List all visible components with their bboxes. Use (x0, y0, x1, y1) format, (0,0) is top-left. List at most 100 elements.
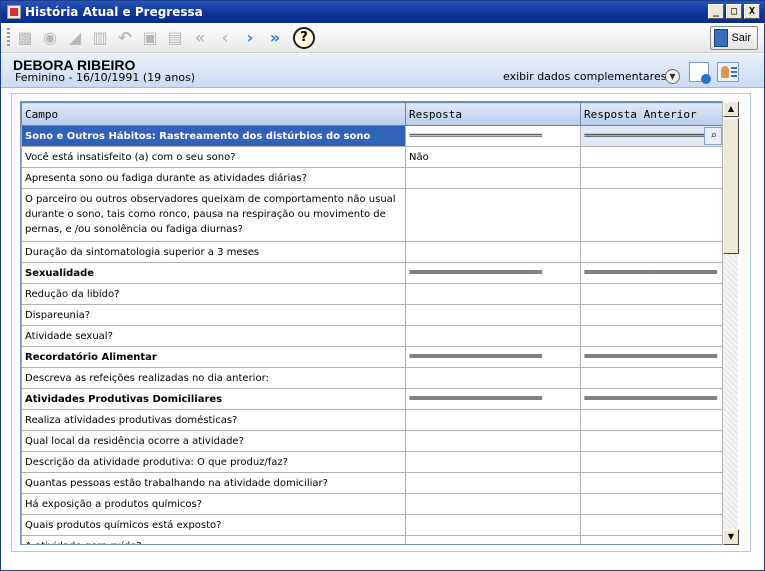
table-row[interactable]: Duração da sintomatologia superior a 3 m… (21, 241, 722, 263)
cell-campo: O parceiro ou outros observadores queixa… (21, 188, 406, 242)
table-row[interactable]: Redução da libido? (21, 283, 722, 305)
table-row[interactable]: Há exposição a produtos químicos? (21, 493, 722, 515)
scroll-down-button[interactable]: ▼ (723, 529, 739, 545)
cell-resposta-anterior-text: ============================== (584, 268, 718, 278)
cell-campo: Descreva as refeições realizadas no dia … (21, 367, 406, 389)
cell-resposta[interactable] (405, 514, 581, 536)
cell-resposta[interactable] (405, 325, 581, 347)
cell-resposta-anterior (580, 514, 722, 536)
cell-resposta[interactable] (405, 188, 581, 242)
table-row[interactable]: Descreva as refeições realizadas no dia … (21, 367, 722, 389)
exit-button[interactable]: Sair (710, 26, 758, 50)
patient-card-icon[interactable] (717, 62, 739, 82)
extra-data-link[interactable]: exibir dados complementares... (503, 70, 677, 83)
next-icon[interactable]: › (239, 27, 261, 49)
cell-resposta[interactable] (405, 472, 581, 494)
cell-resposta[interactable] (405, 430, 581, 452)
minimize-button[interactable]: _ (708, 4, 724, 19)
patient-record-icon[interactable] (689, 62, 711, 84)
last-icon[interactable]: » (264, 27, 286, 49)
table-row[interactable]: Apresenta sono ou fadiga durante as ativ… (21, 167, 722, 189)
app-icon (7, 5, 21, 19)
cell-resposta[interactable] (405, 367, 581, 389)
eraser-icon[interactable]: ◢ (64, 27, 86, 49)
table-row[interactable]: A atividade gera ruído? (21, 535, 722, 544)
cell-campo: Quantas pessoas estão trabalhando na ati… (21, 472, 406, 494)
prev-icon[interactable]: ‹ (214, 27, 236, 49)
app-window: História Atual e Pregressa _ □ X ▩ ◉ ◢ ▥… (0, 0, 765, 571)
cell-campo: Atividades Produtivas Domiciliares (21, 388, 406, 410)
save-icon[interactable]: ▣ (139, 27, 161, 49)
column-header-campo[interactable]: Campo (21, 102, 406, 126)
toolbar-grip (7, 27, 10, 48)
scroll-up-button[interactable]: ▲ (723, 101, 739, 117)
cell-resposta-anterior (580, 430, 722, 452)
cell-resposta[interactable]: ============================== (405, 262, 581, 284)
door-icon (714, 29, 728, 47)
cell-campo: Realiza atividades produtivas domésticas… (21, 409, 406, 431)
cell-resposta[interactable] (405, 304, 581, 326)
print-icon[interactable]: ▤ (164, 27, 186, 49)
column-header-resposta-anterior[interactable]: Resposta Anterior (580, 102, 722, 126)
table-row[interactable]: Atividade sexual? (21, 325, 722, 347)
cell-resposta[interactable] (405, 493, 581, 515)
cell-resposta[interactable] (405, 283, 581, 305)
cell-resposta[interactable] (405, 535, 581, 544)
table-row[interactable]: Qual local da residência ocorre a ativid… (21, 430, 722, 452)
cell-resposta-anterior (580, 409, 722, 431)
cell-resposta[interactable] (405, 451, 581, 473)
cell-campo: Redução da libido? (21, 283, 406, 305)
scroll-thumb[interactable] (723, 118, 739, 254)
cell-campo: Há exposição a produtos químicos? (21, 493, 406, 515)
table-row[interactable]: Recordatório Alimentar ==================… (21, 346, 722, 368)
cell-resposta[interactable] (405, 409, 581, 431)
undo-icon[interactable]: ↶ (114, 27, 136, 49)
questionnaire-grid: Campo Resposta Resposta Anterior Sono e … (20, 101, 723, 545)
cell-resposta[interactable] (405, 167, 581, 189)
cell-resposta-anterior (580, 188, 722, 242)
cell-resposta-anterior (580, 493, 722, 515)
cell-resposta[interactable]: ============================== (405, 346, 581, 368)
first-icon[interactable]: « (189, 27, 211, 49)
cell-resposta-anterior (580, 241, 722, 263)
cell-resposta[interactable]: ============================== (405, 388, 581, 410)
magnifier-icon[interactable]: ⌕ (704, 127, 722, 145)
cell-resposta-anterior (580, 535, 722, 544)
vertical-scrollbar[interactable]: ▲ ▼ (722, 101, 739, 545)
cell-resposta-anterior (580, 325, 722, 347)
binoculars-icon[interactable]: ◉ (39, 27, 61, 49)
cell-resposta-anterior: ============================== (580, 346, 722, 368)
maximize-button[interactable]: □ (726, 4, 742, 19)
trash-icon[interactable]: ▥ (89, 27, 111, 49)
chevron-down-icon[interactable]: ▼ (665, 69, 680, 84)
cell-campo: Sono e Outros Hábitos: Rastreamento dos … (21, 125, 406, 147)
column-header-resposta[interactable]: Resposta (405, 102, 581, 126)
table-row[interactable]: Realiza atividades produtivas domésticas… (21, 409, 722, 431)
cell-resposta-anterior-text: ============================== (584, 352, 718, 362)
table-row[interactable]: Quantas pessoas estão trabalhando na ati… (21, 472, 722, 494)
table-row[interactable]: O parceiro ou outros observadores queixa… (21, 188, 722, 242)
table-row[interactable]: Atividades Produtivas Domiciliares ======… (21, 388, 722, 410)
table-row[interactable]: Quais produtos químicos está exposto? (21, 514, 722, 536)
cell-resposta-anterior (580, 167, 722, 189)
cell-resposta-anterior: ============================== ⌕ (580, 125, 722, 147)
cell-campo: A atividade gera ruído? (21, 535, 406, 544)
table-row[interactable]: Dispareunia? (21, 304, 722, 326)
help-icon[interactable]: ? (293, 26, 315, 49)
cell-campo: Qual local da residência ocorre a ativid… (21, 430, 406, 452)
table-row[interactable]: Sexualidade =============================… (21, 262, 722, 284)
cell-resposta[interactable] (405, 241, 581, 263)
cell-resposta[interactable]: Não (405, 146, 581, 168)
table-row[interactable]: Descrição da atividade produtiva: O que … (21, 451, 722, 473)
cell-campo: Apresenta sono ou fadiga durante as ativ… (21, 167, 406, 189)
table-row[interactable]: Você está insatisfeito (a) com o seu son… (21, 146, 722, 168)
table-row[interactable]: Sono e Outros Hábitos: Rastreamento dos … (21, 125, 722, 147)
cell-resposta-anterior: ============================== (580, 262, 722, 284)
new-icon[interactable]: ▩ (14, 27, 36, 49)
cell-resposta-anterior (580, 451, 722, 473)
close-button[interactable]: X (744, 4, 760, 19)
cell-resposta-anterior (580, 367, 722, 389)
cell-resposta[interactable]: ============================== (405, 125, 581, 147)
cell-campo: Atividade sexual? (21, 325, 406, 347)
grid-header: Campo Resposta Resposta Anterior (21, 102, 722, 126)
